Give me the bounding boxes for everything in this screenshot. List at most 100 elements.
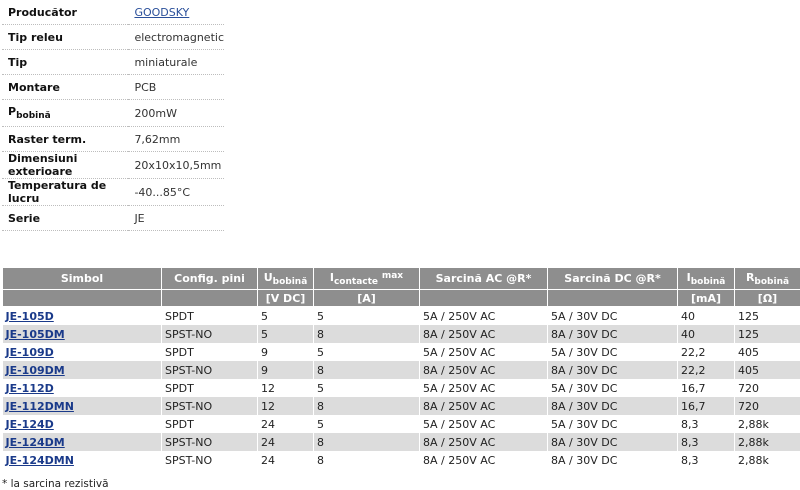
header-sub: contacte bbox=[333, 276, 379, 287]
spec-row-producator: Producător GOODSKY bbox=[2, 0, 224, 25]
col-header-simbol[interactable]: Simbol bbox=[2, 267, 162, 290]
cell-ib: 22,2 bbox=[677, 361, 735, 379]
spec-label: Tip bbox=[2, 49, 129, 75]
cell-simbol: JE-124DM bbox=[2, 433, 162, 451]
header-main: U bbox=[263, 270, 273, 284]
cell-simbol: JE-109D bbox=[2, 343, 162, 361]
cell-simbol: JE-109DM bbox=[2, 361, 162, 379]
cell-config: SPST-NO bbox=[161, 325, 258, 343]
cell-dc: 5A / 30V DC bbox=[547, 306, 678, 325]
spec-label: Tip releu bbox=[2, 24, 129, 50]
product-link[interactable]: JE-112DMN bbox=[6, 400, 74, 413]
spec-value: miniaturale bbox=[128, 49, 224, 75]
table-row: JE-112D SPDT 12 5 5A / 250V AC 5A / 30V DC 16,… bbox=[2, 379, 800, 397]
cell-config: SPDT bbox=[161, 415, 258, 433]
table-row: JE-112DMN SPST-NO 12 8 8A / 250V AC 8A / 30V … bbox=[2, 397, 800, 415]
cell-i: 8 bbox=[313, 433, 420, 451]
spec-value: 200mW bbox=[128, 99, 224, 127]
cell-config: SPDT bbox=[161, 379, 258, 397]
unit-r: [Ω] bbox=[734, 289, 800, 307]
spec-label: Serie bbox=[2, 205, 129, 231]
cell-simbol: JE-124D bbox=[2, 415, 162, 433]
product-link[interactable]: JE-109D bbox=[6, 346, 54, 359]
col-header-u-bobina[interactable]: Ubobină bbox=[257, 267, 314, 290]
cell-r: 720 bbox=[734, 397, 800, 415]
spec-value: GOODSKY bbox=[128, 0, 224, 25]
product-link[interactable]: JE-105DM bbox=[6, 328, 65, 341]
cell-dc: 8A / 30V DC bbox=[547, 433, 678, 451]
header-sub: bobină bbox=[272, 276, 308, 287]
cell-config: SPST-NO bbox=[161, 451, 258, 469]
spec-row-serie: Serie JE bbox=[2, 205, 224, 231]
cell-ib: 22,2 bbox=[677, 343, 735, 361]
col-header-sarcina-dc[interactable]: Sarcină DC @R* bbox=[547, 267, 678, 290]
cell-dc: 8A / 30V DC bbox=[547, 361, 678, 379]
spec-value: 20x10x10,5mm bbox=[128, 151, 224, 179]
cell-u: 12 bbox=[257, 397, 314, 415]
spec-label: Pbobină bbox=[2, 99, 129, 127]
col-header-r-bobina[interactable]: Rbobină bbox=[734, 267, 800, 290]
products-table: Simbol Config. pini Ubobină Icontacte ma… bbox=[2, 267, 800, 469]
table-row: JE-109D SPDT 9 5 5A / 250V AC 5A / 30V DC 22,2… bbox=[2, 343, 800, 361]
cell-u: 12 bbox=[257, 379, 314, 397]
product-link[interactable]: JE-109DM bbox=[6, 364, 65, 377]
unit-cell-empty bbox=[2, 289, 162, 307]
cell-u: 9 bbox=[257, 343, 314, 361]
cell-u: 24 bbox=[257, 415, 314, 433]
col-header-i-contacte[interactable]: Icontacte max bbox=[313, 267, 420, 290]
header-row: Simbol Config. pini Ubobină Icontacte ma… bbox=[2, 267, 800, 290]
cell-ac: 8A / 250V AC bbox=[419, 397, 548, 415]
spec-row-montare: Montare PCB bbox=[2, 74, 224, 100]
cell-simbol: JE-112DMN bbox=[2, 397, 162, 415]
spec-row-pbobina: Pbobină 200mW bbox=[2, 99, 224, 127]
unit-i: [A] bbox=[313, 289, 420, 307]
cell-ac: 5A / 250V AC bbox=[419, 343, 548, 361]
product-link[interactable]: JE-124DM bbox=[6, 436, 65, 449]
product-link[interactable]: JE-105D bbox=[6, 310, 54, 323]
producer-link[interactable]: GOODSKY bbox=[134, 6, 189, 19]
col-header-config[interactable]: Config. pini bbox=[161, 267, 258, 290]
products-body: JE-105D SPDT 5 5 5A / 250V AC 5A / 30V DC 40 12… bbox=[2, 306, 800, 469]
table-row: JE-124DMN SPST-NO 24 8 8A / 250V AC 8A / 30V … bbox=[2, 451, 800, 469]
unit-u: [V DC] bbox=[257, 289, 314, 307]
spec-value: JE bbox=[128, 205, 224, 231]
cell-ib: 8,3 bbox=[677, 451, 735, 469]
cell-ib: 40 bbox=[677, 306, 735, 325]
product-link[interactable]: JE-124DMN bbox=[6, 454, 74, 467]
cell-u: 5 bbox=[257, 306, 314, 325]
units-row: [V DC] [A] [mA] [Ω] bbox=[2, 289, 800, 307]
header-sup: max bbox=[381, 270, 404, 281]
cell-ib: 8,3 bbox=[677, 433, 735, 451]
table-row: JE-105D SPDT 5 5 5A / 250V AC 5A / 30V DC 40 12… bbox=[2, 306, 800, 325]
cell-config: SPDT bbox=[161, 343, 258, 361]
col-header-sarcina-ac[interactable]: Sarcină AC @R* bbox=[419, 267, 548, 290]
cell-ac: 8A / 250V AC bbox=[419, 451, 548, 469]
table-row: JE-105DM SPST-NO 5 8 8A / 250V AC 8A / 30V DC… bbox=[2, 325, 800, 343]
col-header-i-bobina[interactable]: Ibobină bbox=[677, 267, 735, 290]
cell-u: 24 bbox=[257, 433, 314, 451]
spec-row-raster: Raster term. 7,62mm bbox=[2, 126, 224, 152]
unit-cell-empty bbox=[419, 289, 548, 307]
cell-i: 5 bbox=[313, 415, 420, 433]
cell-i: 5 bbox=[313, 343, 420, 361]
product-link[interactable]: JE-112D bbox=[6, 382, 54, 395]
cell-ac: 5A / 250V AC bbox=[419, 415, 548, 433]
cell-ib: 40 bbox=[677, 325, 735, 343]
spec-label-main: P bbox=[8, 105, 17, 118]
cell-r: 125 bbox=[734, 306, 800, 325]
cell-ac: 8A / 250V AC bbox=[419, 325, 548, 343]
cell-dc: 8A / 30V DC bbox=[547, 325, 678, 343]
cell-i: 5 bbox=[313, 379, 420, 397]
header-sub: bobină bbox=[754, 276, 790, 287]
cell-ac: 5A / 250V AC bbox=[419, 306, 548, 325]
spec-row-temperatura: Temperatura de lucru -40...85°C bbox=[2, 178, 224, 206]
cell-ac: 5A / 250V AC bbox=[419, 379, 548, 397]
cell-ib: 16,7 bbox=[677, 397, 735, 415]
footnote: * la sarcina rezistivă bbox=[2, 478, 109, 490]
product-link[interactable]: JE-124D bbox=[6, 418, 54, 431]
unit-ib: [mA] bbox=[677, 289, 735, 307]
cell-i: 8 bbox=[313, 325, 420, 343]
unit-cell-empty bbox=[547, 289, 678, 307]
unit-cell-empty bbox=[161, 289, 258, 307]
cell-u: 5 bbox=[257, 325, 314, 343]
